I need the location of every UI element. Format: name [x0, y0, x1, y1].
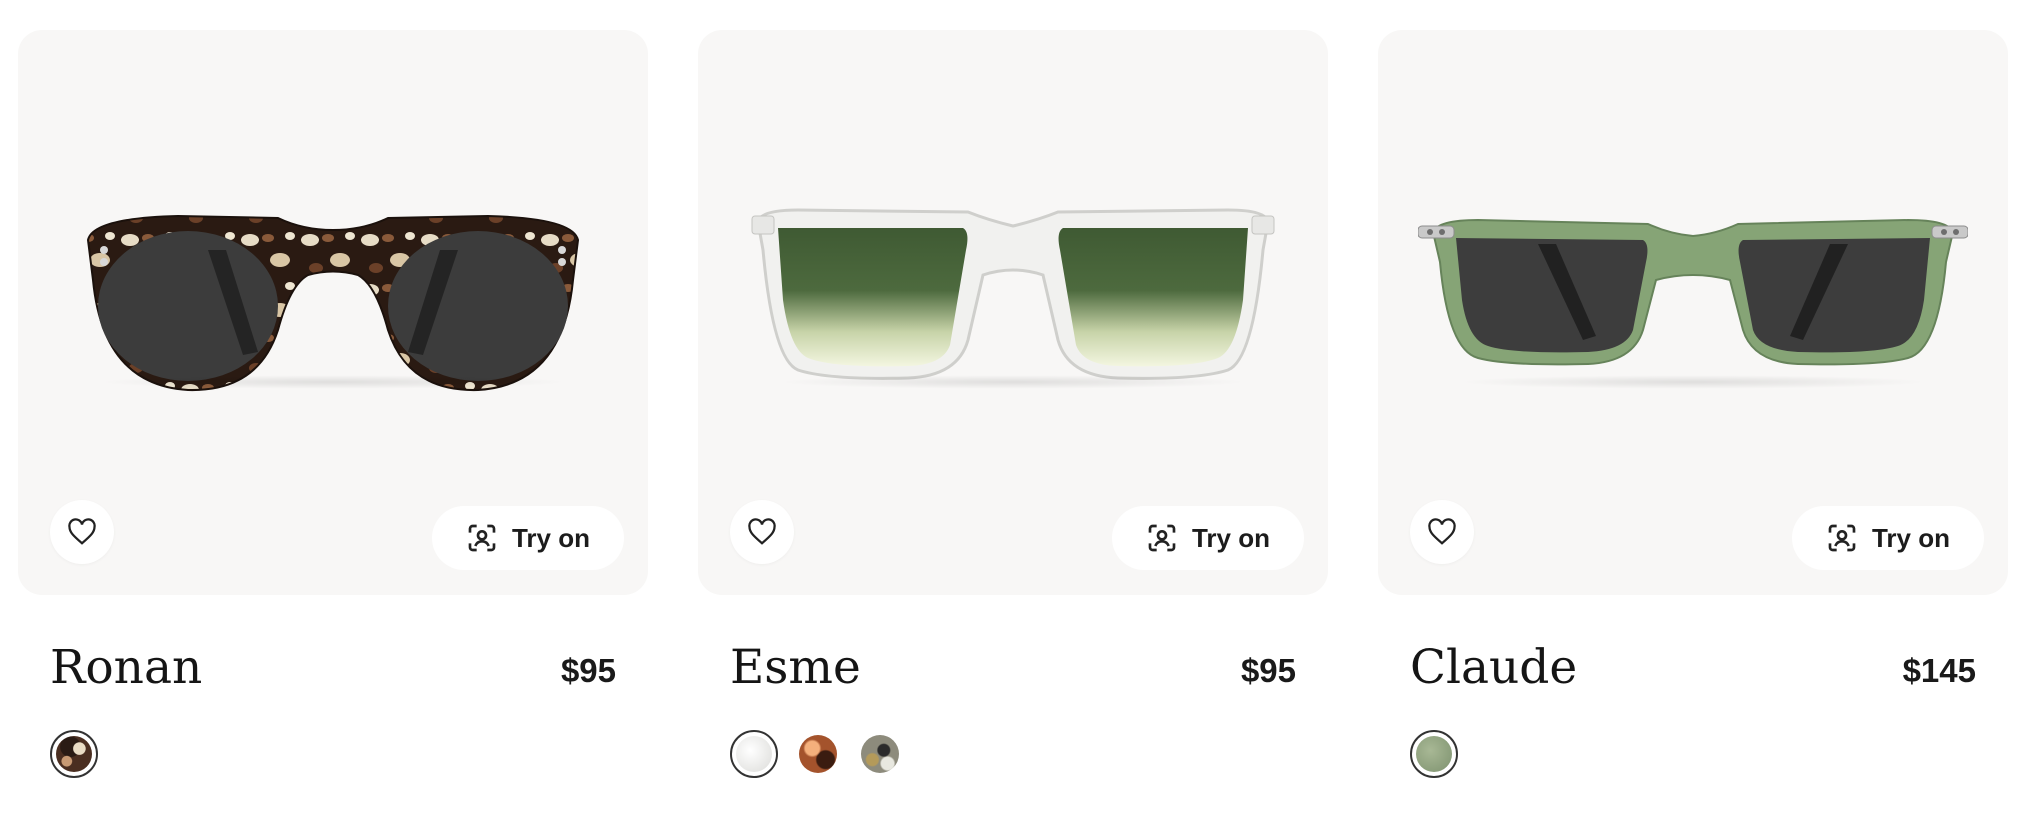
product-card[interactable]: Try on Claude $145 — [1378, 30, 2008, 790]
product-price: $95 — [1240, 652, 1296, 689]
color-swatches — [730, 730, 902, 778]
image-shadow — [778, 375, 1248, 389]
color-swatches — [1410, 730, 1458, 778]
swatch-tortoise[interactable] — [50, 730, 98, 778]
favorite-button[interactable] — [50, 500, 114, 564]
product-card[interactable]: Try on Ronan $95 — [18, 30, 648, 790]
try-on-button[interactable]: Try on — [1792, 506, 1984, 570]
product-price: $95 — [560, 652, 616, 689]
swatch-sage-green[interactable] — [1410, 730, 1458, 778]
image-shadow — [98, 375, 568, 389]
favorite-button[interactable] — [730, 500, 794, 564]
try-on-button[interactable]: Try on — [432, 506, 624, 570]
product-name[interactable]: Claude — [1410, 640, 1577, 695]
product-image[interactable]: Try on — [698, 30, 1328, 595]
heart-icon — [748, 518, 776, 545]
swatch-amber-tortoise[interactable] — [796, 732, 840, 776]
product-image[interactable]: Try on — [1378, 30, 2008, 595]
try-on-label: Try on — [511, 522, 590, 553]
product-price: $145 — [1902, 652, 1976, 689]
color-swatches — [50, 730, 98, 778]
product-card[interactable]: Try on Esme $95 — [698, 30, 1328, 790]
face-scan-icon — [1148, 524, 1176, 552]
face-scan-icon — [1828, 524, 1856, 552]
product-name[interactable]: Ronan — [50, 640, 202, 695]
try-on-label: Try on — [1871, 522, 1950, 553]
swatch-crystal[interactable] — [730, 730, 778, 778]
face-scan-icon — [468, 524, 496, 552]
favorite-button[interactable] — [1410, 500, 1474, 564]
heart-icon — [68, 518, 96, 545]
product-name[interactable]: Esme — [730, 640, 861, 695]
try-on-button[interactable]: Try on — [1112, 506, 1304, 570]
product-image[interactable]: Try on — [18, 30, 648, 595]
try-on-label: Try on — [1191, 522, 1270, 553]
swatch-grey-tortoise[interactable] — [858, 732, 902, 776]
image-shadow — [1458, 375, 1928, 389]
heart-icon — [1428, 518, 1456, 545]
